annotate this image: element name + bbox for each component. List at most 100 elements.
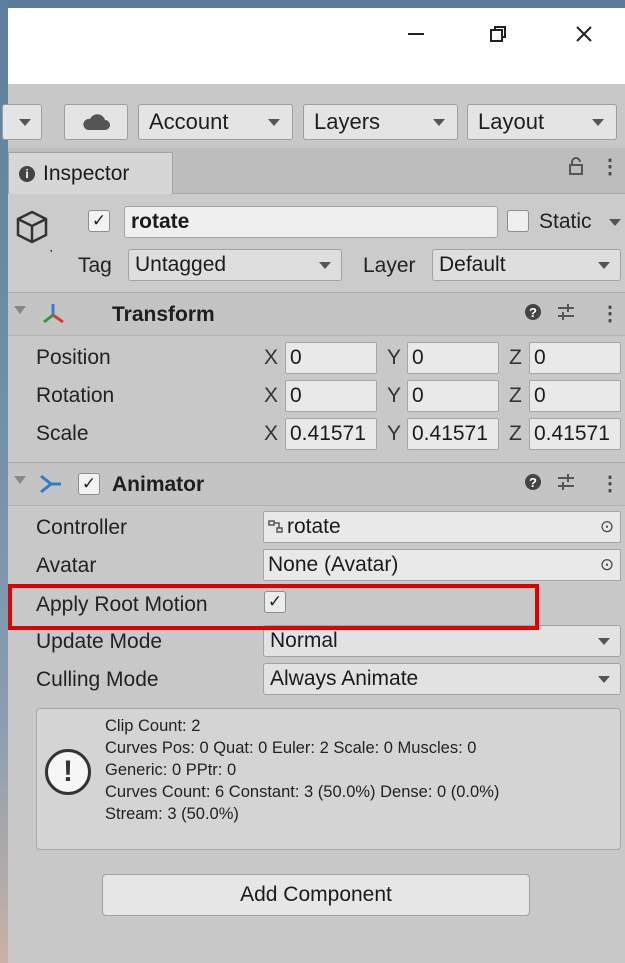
object-name-input[interactable]: rotate [124,206,498,238]
help-icon[interactable]: ? [524,473,542,497]
rotation-x-field[interactable]: 0 [285,380,377,412]
avatar-value: None (Avatar) [268,553,399,576]
rotation-y-field[interactable]: 0 [407,380,499,412]
minimize-icon [408,33,424,35]
tab-row: i Inspector ⋮ [8,148,625,194]
chevron-down-icon[interactable] [609,219,621,226]
controller-value: rotate [287,515,341,538]
controller-field[interactable]: rotate ⊙ [263,511,621,543]
info-line: Stream: 3 (50.0%) [105,805,239,823]
scale-z-field[interactable]: 0.41571 [529,418,621,450]
position-x-field[interactable]: 0 [285,342,377,374]
title-bar [8,8,625,84]
chevron-down-icon [592,119,604,126]
svg-text:?: ? [529,475,537,490]
kebab-menu-icon[interactable]: ⋮ [600,154,620,179]
account-label: Account [149,109,229,134]
object-picker-icon[interactable]: ⊙ [598,518,616,536]
desktop-background-left [0,0,8,963]
chevron-down-icon [433,119,445,126]
layers-label: Layers [314,109,381,134]
avatar-field[interactable]: None (Avatar) ⊙ [263,549,621,581]
foldout-arrow-icon[interactable] [14,476,26,484]
add-component-button[interactable]: Add Component [102,874,530,916]
object-header: ✓ rotate Static Tag Untagged Layer Defau… [8,194,625,299]
scale-x-field[interactable]: 0.41571 [285,418,377,450]
culling-mode-dropdown[interactable]: Always Animate [263,663,621,695]
presets-icon[interactable] [556,472,576,498]
account-dropdown[interactable]: Account [138,104,293,140]
layout-label: Layout [478,109,545,134]
foldout-arrow-icon[interactable] [14,306,26,314]
restore-icon [490,26,506,42]
warning-exclamation-icon: ! [45,749,91,795]
highlight-box [8,584,539,630]
update-mode-value: Normal [270,629,338,652]
tab-inspector[interactable]: i Inspector [8,152,173,194]
info-line: Curves Pos: 0 Quat: 0 Euler: 2 Scale: 0 … [105,739,477,757]
tag-dropdown[interactable]: Untagged [128,249,342,281]
avatar-label: Avatar [36,554,97,577]
chevron-down-icon [598,262,610,269]
scale-y-field[interactable]: 0.41571 [407,418,499,450]
animator-header[interactable]: ✓ Animator ? ⋮ [8,462,625,506]
chevron-down-icon [268,119,280,126]
tag-value: Untagged [135,253,227,276]
position-label: Position [36,346,111,369]
layout-dropdown[interactable]: Layout [467,104,617,140]
axis-x-label: X [264,346,279,369]
cloud-button[interactable] [64,104,128,140]
axis-x-label: X [264,384,279,407]
info-line: Curves Count: 6 Constant: 3 (50.0%) Dens… [105,783,500,801]
layers-dropdown[interactable]: Layers [303,104,458,140]
chevron-down-icon [598,676,610,683]
animator-title: Animator [112,473,205,496]
close-icon [576,26,592,42]
editor-window: Account Layers Layout i Inspector ⋮ ✓ ro… [2,8,625,963]
info-line: Clip Count: 2 [105,717,201,735]
info-line: Generic: 0 PPtr: 0 [105,761,237,779]
transform-title: Transform [112,303,215,326]
animator-enabled-checkbox[interactable]: ✓ [78,473,100,495]
chevron-down-icon [598,638,610,645]
position-z-field[interactable]: 0 [529,342,621,374]
animator-info-text: Clip Count: 2 Curves Pos: 0 Quat: 0 Eule… [105,715,499,825]
rotation-label: Rotation [36,384,115,407]
axis-x-label: X [264,422,279,445]
toolbar: Account Layers Layout [2,94,625,146]
controller-label: Controller [36,516,128,539]
tag-label: Tag [78,254,112,277]
lock-icon[interactable] [568,156,584,182]
layer-value: Default [439,253,506,276]
rotation-y-value: 0 [412,384,424,407]
restore-button[interactable] [478,14,518,54]
update-mode-label: Update Mode [36,630,163,653]
chevron-down-icon [319,262,331,269]
static-checkbox[interactable] [507,210,529,232]
culling-mode-value: Always Animate [270,667,419,690]
minimize-button[interactable] [396,14,436,54]
rotation-z-field[interactable]: 0 [529,380,621,412]
rotation-x-value: 0 [290,384,302,407]
animator-icon [40,474,61,494]
add-component-label: Add Component [240,883,392,906]
layer-dropdown[interactable]: Default [432,249,621,281]
axis-z-label: Z [509,422,522,445]
close-button[interactable] [564,14,604,54]
transform-header[interactable]: Transform ? ⋮ [8,292,625,336]
active-checkbox[interactable]: ✓ [88,210,110,232]
kebab-menu-icon[interactable]: ⋮ [600,471,620,496]
presets-icon[interactable] [556,302,576,328]
layer-label: Layer [363,254,416,277]
play-mode-dropdown[interactable] [2,104,42,140]
static-label: Static [539,210,592,233]
axis-y-label: Y [387,384,402,407]
scale-x-value: 0.41571 [290,422,366,445]
position-x-value: 0 [290,346,302,369]
axis-z-label: Z [509,346,522,369]
kebab-menu-icon[interactable]: ⋮ [600,301,620,326]
object-picker-icon[interactable]: ⊙ [598,556,616,574]
help-icon[interactable]: ? [524,303,542,327]
scale-y-value: 0.41571 [412,422,488,445]
position-y-field[interactable]: 0 [407,342,499,374]
